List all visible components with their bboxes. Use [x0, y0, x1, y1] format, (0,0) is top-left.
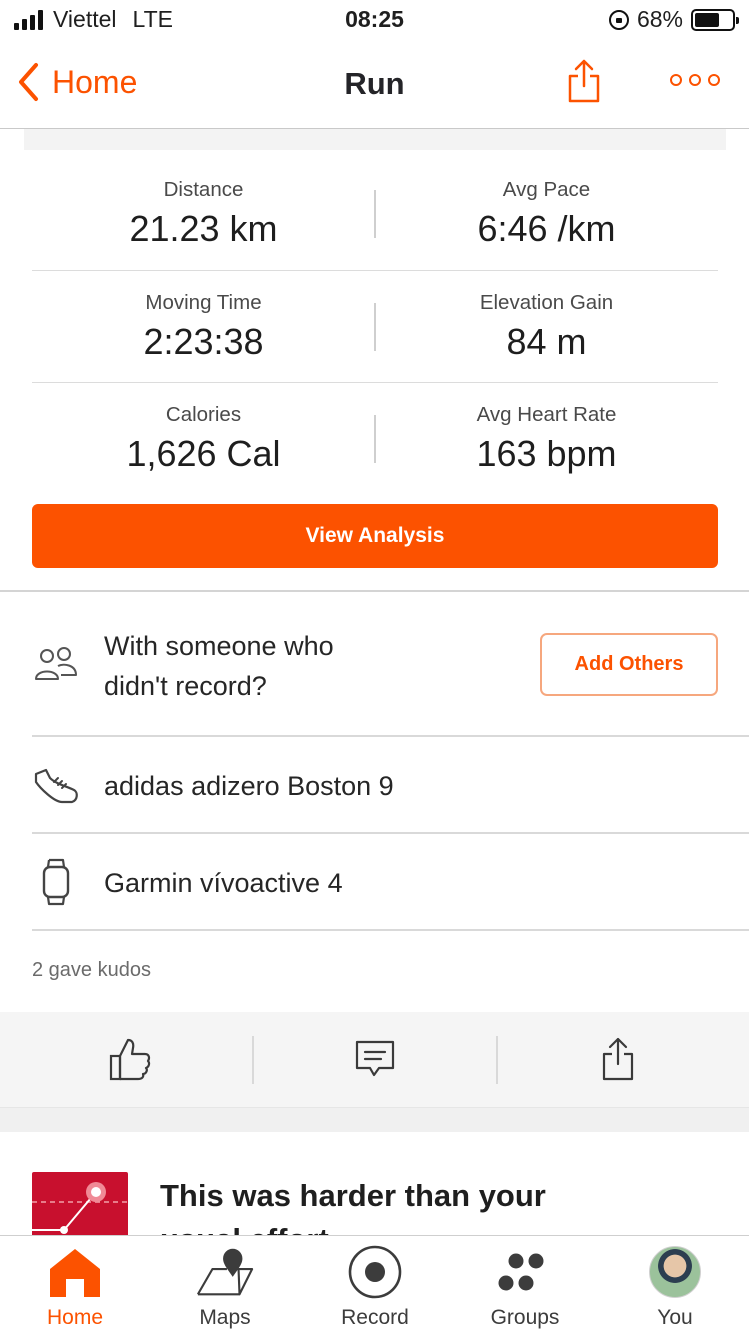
tab-label: You — [657, 1306, 693, 1329]
comment-icon — [355, 1040, 395, 1077]
kudos-button[interactable] — [108, 1036, 152, 1087]
row-divider — [32, 735, 749, 737]
relative-effort-thumbnail[interactable] — [32, 1172, 128, 1242]
battery-percent: 68% — [636, 6, 683, 32]
page-title: Run — [344, 66, 405, 101]
tab-label: Record — [341, 1306, 409, 1329]
stat-label: Calories — [165, 403, 242, 426]
stat-label: Distance — [163, 178, 244, 201]
add-others-button[interactable]: Add Others — [540, 633, 718, 696]
share-icon — [568, 59, 600, 103]
status-right: 68% — [608, 6, 739, 33]
stat-value: 2:23:38 — [143, 320, 264, 362]
tab-maps[interactable]: Maps — [150, 1236, 300, 1334]
with-others-line1: With someone who — [104, 631, 334, 661]
row-divider — [32, 832, 749, 834]
shoe-name[interactable]: adidas adizero Boston 9 — [104, 766, 394, 806]
view-analysis-button[interactable]: View Analysis — [32, 504, 718, 568]
battery-level — [695, 12, 720, 27]
record-icon — [345, 1244, 405, 1300]
tab-record[interactable]: Record — [300, 1236, 450, 1334]
stat-divider — [374, 190, 376, 238]
share-activity-button[interactable] — [600, 1036, 636, 1087]
effort-graph-icon — [32, 1182, 128, 1234]
tab-label: Maps — [199, 1306, 251, 1329]
stat-divider — [374, 302, 376, 351]
with-others-line2: didn't record? — [104, 671, 267, 701]
map-icon — [195, 1244, 255, 1300]
section-gap — [0, 1108, 749, 1132]
section-divider — [0, 590, 749, 592]
share-button[interactable] — [566, 58, 602, 109]
tab-groups[interactable]: Groups — [450, 1236, 600, 1334]
stat-divider — [374, 415, 376, 463]
tab-you[interactable]: You — [600, 1236, 749, 1334]
with-others-prompt: With someone who didn't record? — [104, 626, 334, 706]
navigation-bar: Home Run — [0, 40, 749, 129]
stat-value: 163 bpm — [476, 433, 617, 474]
stat-value: 84 m — [506, 320, 587, 362]
activity-action-bar — [0, 1012, 749, 1108]
stat-value: 1,626 Cal — [126, 433, 281, 474]
stat-calories: Calories 1,626 Cal — [32, 383, 375, 496]
thumbs-up-icon — [109, 1038, 151, 1081]
avatar-wrap — [645, 1244, 705, 1300]
battery-icon — [691, 8, 739, 31]
stats-row: Calories 1,626 Cal Avg Heart Rate 163 bp… — [32, 383, 718, 496]
tab-label: Groups — [490, 1306, 560, 1329]
share-icon — [602, 1037, 634, 1081]
more-options-button[interactable] — [670, 74, 720, 86]
more-dot — [708, 74, 720, 86]
stats-row: Moving Time 2:23:38 Elevation Gain 84 m — [32, 271, 718, 383]
watch-icon — [42, 858, 70, 906]
more-dot — [670, 74, 682, 86]
action-divider — [496, 1036, 498, 1084]
people-icon — [35, 647, 77, 680]
stat-label: Avg Pace — [502, 178, 591, 201]
stat-avg-pace: Avg Pace 6:46 /km — [375, 158, 718, 270]
shoe-icon — [34, 768, 78, 804]
status-bar: Viettel LTE 08:25 68% — [0, 0, 749, 40]
tab-bar: Home Maps Record Groups You — [0, 1235, 749, 1334]
row-divider — [32, 929, 749, 931]
stat-label: Elevation Gain — [479, 290, 614, 314]
stats-grid: Distance 21.23 km Avg Pace 6:46 /km Movi… — [32, 158, 718, 496]
kudos-count[interactable]: 2 gave kudos — [32, 959, 151, 982]
tab-home[interactable]: Home — [0, 1236, 150, 1334]
stat-moving-time: Moving Time 2:23:38 — [32, 271, 375, 383]
groups-icon — [495, 1244, 555, 1300]
tab-label: Home — [46, 1306, 104, 1329]
avatar — [649, 1246, 701, 1298]
home-icon — [45, 1244, 105, 1300]
stat-value: 6:46 /km — [477, 208, 616, 249]
stat-value: 21.23 km — [129, 208, 278, 249]
stat-avg-heart-rate: Avg Heart Rate 163 bpm — [375, 383, 718, 496]
stat-label: Moving Time — [145, 290, 262, 314]
stat-distance: Distance 21.23 km — [32, 158, 375, 270]
rotation-lock-icon — [608, 9, 629, 30]
map-bottom-edge — [24, 129, 726, 150]
action-divider — [252, 1036, 254, 1084]
comment-button[interactable] — [354, 1036, 396, 1085]
stat-elevation-gain: Elevation Gain 84 m — [375, 271, 718, 383]
more-dot — [689, 74, 701, 86]
stats-row: Distance 21.23 km Avg Pace 6:46 /km — [32, 158, 718, 271]
device-name[interactable]: Garmin vívoactive 4 — [104, 863, 343, 903]
insight-title-line1: This was harder than your — [160, 1178, 546, 1213]
stat-label: Avg Heart Rate — [476, 403, 617, 426]
